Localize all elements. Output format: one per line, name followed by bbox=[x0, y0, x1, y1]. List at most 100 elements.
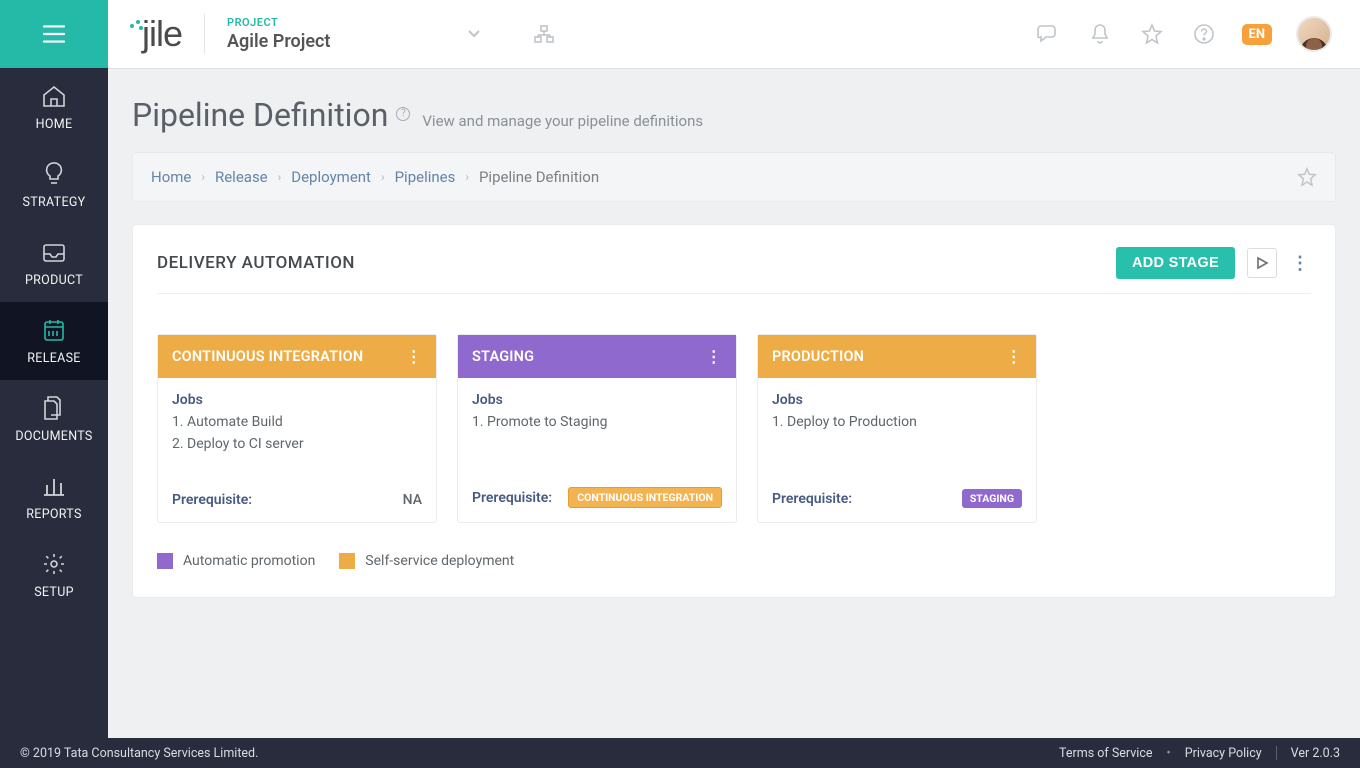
legend-swatch-icon bbox=[339, 553, 355, 569]
panel-actions: ADD STAGE ⋮ bbox=[1116, 247, 1311, 279]
breadcrumb-link[interactable]: Pipelines bbox=[395, 168, 456, 186]
lightbulb-icon bbox=[41, 161, 67, 187]
footer-privacy-link[interactable]: Privacy Policy bbox=[1185, 746, 1262, 761]
logo[interactable]: jile bbox=[130, 13, 182, 55]
legend: Automatic promotion Self-service deploym… bbox=[157, 553, 1311, 569]
sidebar-item-product[interactable]: PRODUCT bbox=[0, 224, 108, 302]
breadcrumb: Home › Release › Deployment › Pipelines … bbox=[132, 152, 1336, 202]
prerequisite-pill: CONTINUOUS INTEGRATION bbox=[568, 487, 722, 508]
panel-title: DELIVERY AUTOMATION bbox=[157, 253, 355, 273]
sidebar-item-release[interactable]: RELEASE bbox=[0, 302, 108, 380]
prerequisite-value: NA bbox=[403, 492, 422, 508]
sidebar-item-label: STRATEGY bbox=[23, 195, 86, 210]
calendar-icon bbox=[41, 317, 67, 343]
footer-copyright: © 2019 Tata Consultancy Services Limited… bbox=[20, 746, 258, 761]
avatar-img bbox=[1306, 38, 1322, 52]
main-content: Pipeline Definition ? View and manage yo… bbox=[108, 68, 1360, 738]
job-line: 1. Automate Build bbox=[172, 414, 422, 430]
sidebar-item-label: HOME bbox=[36, 117, 73, 132]
legend-label: Self-service deployment bbox=[365, 553, 514, 569]
logo-dots-icon bbox=[130, 21, 140, 47]
kebab-icon[interactable]: ⋮ bbox=[1289, 253, 1311, 274]
footer: © 2019 Tata Consultancy Services Limited… bbox=[0, 738, 1360, 768]
bell-icon[interactable] bbox=[1086, 20, 1114, 48]
stage-name: STAGING bbox=[472, 348, 534, 365]
inbox-icon bbox=[41, 239, 67, 265]
stage-body: Jobs1. Deploy to Production bbox=[758, 378, 1036, 479]
sidebar-item-documents[interactable]: DOCUMENTS bbox=[0, 380, 108, 458]
prerequisite-pill: STAGING bbox=[962, 489, 1022, 508]
top-bar-right: EN bbox=[1034, 16, 1360, 52]
breadcrumb-link[interactable]: Release bbox=[215, 168, 268, 186]
page-title: Pipeline Definition bbox=[132, 96, 388, 134]
breadcrumb-current: Pipeline Definition bbox=[479, 168, 599, 186]
star-icon[interactable] bbox=[1297, 167, 1317, 187]
automation-panel: DELIVERY AUTOMATION ADD STAGE ⋮ CONTINUO… bbox=[132, 224, 1336, 598]
prerequisite-label: Prerequisite: bbox=[172, 492, 252, 508]
sidebar-item-home[interactable]: HOME bbox=[0, 68, 108, 146]
jobs-label: Jobs bbox=[472, 392, 722, 408]
project-selector[interactable]: PROJECT Agile Project bbox=[227, 16, 330, 52]
stage-card: CONTINUOUS INTEGRATION⋮Jobs1. Automate B… bbox=[157, 334, 437, 523]
stage-body: Jobs 1. Automate Build 2. Deploy to CI ser… bbox=[158, 378, 436, 482]
stage-card: STAGING ⋮ Jobs 1. Promote to Staging Prerequ… bbox=[457, 334, 737, 523]
sidebar-item-setup[interactable]: SETUP bbox=[0, 536, 108, 614]
breadcrumb-link[interactable]: Home bbox=[151, 168, 191, 186]
stage-header: STAGING ⋮ bbox=[458, 335, 736, 378]
project-name: Agile Project bbox=[227, 31, 330, 52]
language-selector[interactable]: EN bbox=[1242, 24, 1273, 45]
kebab-icon[interactable]: ⋮ bbox=[706, 347, 722, 366]
sidebar-item-label: SETUP bbox=[34, 585, 74, 600]
stage-card: PRODUCTION⋮Jobs1. Deploy to ProductionPr… bbox=[757, 334, 1037, 523]
footer-tos-link[interactable]: Terms of Service bbox=[1059, 746, 1152, 761]
sidebar: HOME STRATEGY PRODUCT RELEASE DOCUMENTS … bbox=[0, 68, 108, 738]
project-label: PROJECT bbox=[227, 16, 330, 29]
sidebar-item-label: RELEASE bbox=[27, 351, 80, 366]
chat-icon[interactable] bbox=[1034, 20, 1062, 48]
logo-text: jile bbox=[142, 13, 182, 55]
run-button[interactable] bbox=[1247, 248, 1277, 278]
jobs-label: Jobs bbox=[172, 392, 422, 408]
legend-item: Self-service deployment bbox=[339, 553, 514, 569]
home-icon bbox=[41, 83, 67, 109]
divider bbox=[204, 14, 205, 54]
stage-footer: Prerequisite:CONTINUOUS INTEGRATION bbox=[458, 477, 736, 522]
hamburger-button[interactable] bbox=[0, 0, 108, 68]
page-subtitle: View and manage your pipeline definition… bbox=[422, 112, 703, 130]
help-circle-icon[interactable]: ? bbox=[396, 107, 410, 121]
chevron-right-icon: › bbox=[381, 170, 385, 184]
breadcrumb-link[interactable]: Deployment bbox=[291, 168, 371, 186]
hierarchy-icon[interactable] bbox=[530, 20, 558, 48]
legend-item: Automatic promotion bbox=[157, 553, 315, 569]
help-icon[interactable] bbox=[1190, 20, 1218, 48]
dot-icon: • bbox=[1167, 746, 1171, 761]
barchart-icon bbox=[41, 473, 67, 499]
stage-header: PRODUCTION ⋮ bbox=[758, 335, 1036, 378]
kebab-icon[interactable]: ⋮ bbox=[406, 347, 422, 366]
chevron-down-icon[interactable] bbox=[460, 20, 488, 48]
footer-version: Ver 2.0.3 bbox=[1291, 746, 1340, 761]
page-header: Pipeline Definition ? View and manage yo… bbox=[132, 96, 1336, 134]
stages-row: CONTINUOUS INTEGRATION ⋮ Jobs 1. Automate B… bbox=[157, 334, 1311, 523]
star-icon[interactable] bbox=[1138, 20, 1166, 48]
gear-icon bbox=[41, 551, 67, 577]
divider bbox=[1276, 746, 1277, 760]
stage-footer: Prerequisite: NA bbox=[158, 482, 436, 522]
avatar[interactable] bbox=[1296, 16, 1332, 52]
hamburger-icon bbox=[41, 23, 67, 45]
sidebar-item-label: DOCUMENTS bbox=[15, 429, 92, 444]
sidebar-item-reports[interactable]: REPORTS bbox=[0, 458, 108, 536]
sidebar-item-strategy[interactable]: STRATEGY bbox=[0, 146, 108, 224]
documents-icon bbox=[41, 395, 67, 421]
job-line: 1. Promote to Staging bbox=[472, 414, 722, 430]
kebab-icon[interactable]: ⋮ bbox=[1006, 347, 1022, 366]
chevron-right-icon: › bbox=[278, 170, 282, 184]
legend-swatch-icon bbox=[157, 553, 173, 569]
add-stage-button[interactable]: ADD STAGE bbox=[1116, 247, 1235, 279]
job-line: 1. Deploy to Production bbox=[772, 414, 1022, 430]
job-line: 2. Deploy to CI server bbox=[172, 436, 422, 452]
chevron-right-icon: › bbox=[201, 170, 205, 184]
chevron-right-icon: › bbox=[465, 170, 469, 184]
stage-name: PRODUCTION bbox=[772, 348, 864, 365]
stage-body: Jobs 1. Promote to Staging bbox=[458, 378, 736, 477]
